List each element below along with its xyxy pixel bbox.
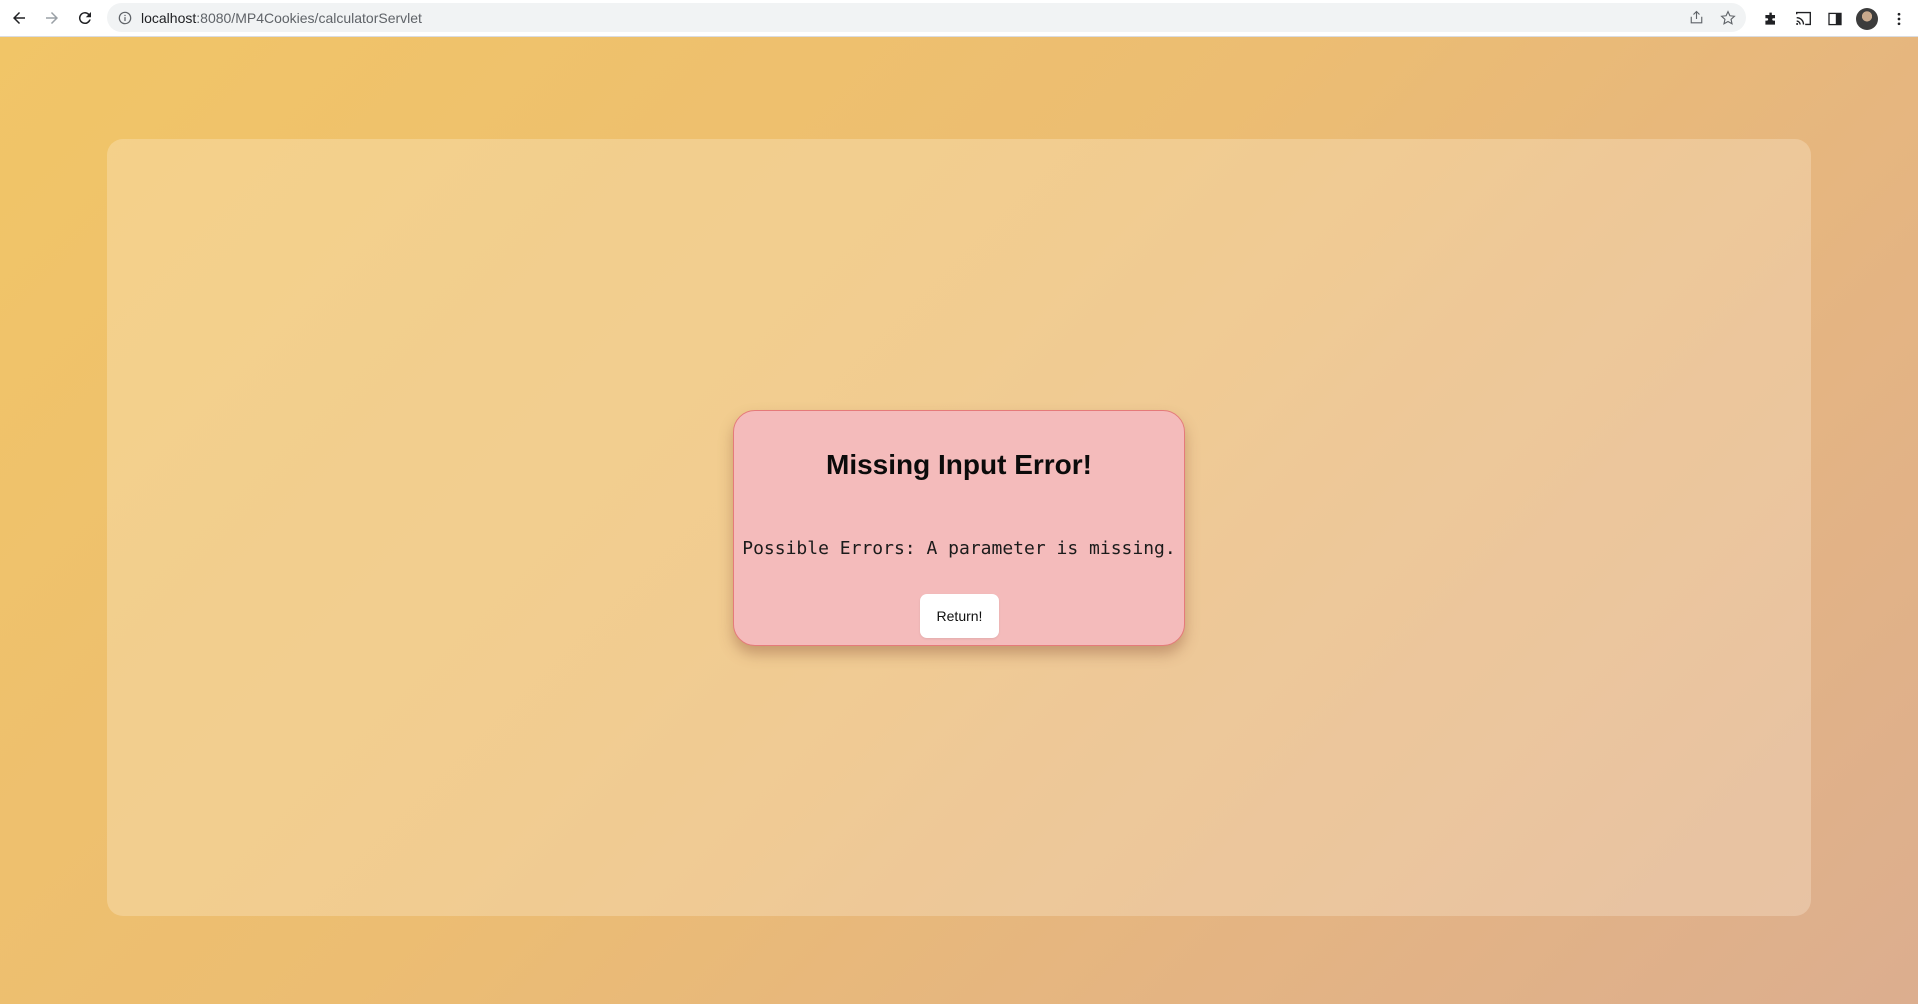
reload-icon bbox=[78, 12, 91, 25]
more-menu-icon[interactable] bbox=[1888, 8, 1910, 30]
back-icon bbox=[13, 12, 25, 24]
extensions-icon[interactable] bbox=[1760, 8, 1782, 30]
forward-button[interactable] bbox=[38, 4, 66, 32]
info-icon[interactable] bbox=[117, 10, 133, 26]
browser-toolbar: localhost:8080/MP4Cookies/calculatorServ… bbox=[0, 0, 1918, 37]
reload-button[interactable] bbox=[71, 4, 99, 32]
forward-icon bbox=[46, 12, 58, 24]
url-path: :8080/MP4Cookies/calculatorServlet bbox=[196, 9, 422, 26]
star-icon[interactable] bbox=[1718, 8, 1738, 28]
profile-picture bbox=[1856, 7, 1878, 30]
back-button[interactable] bbox=[5, 4, 33, 32]
share-icon[interactable] bbox=[1686, 8, 1706, 28]
cast-icon[interactable] bbox=[1792, 8, 1814, 30]
error-message: Possible Errors: A parameter is missing. bbox=[742, 538, 1176, 559]
return-button[interactable]: Return! bbox=[920, 594, 999, 638]
error-card: Missing Input Error! Possible Errors: A … bbox=[733, 410, 1185, 646]
url-host: localhost bbox=[141, 9, 197, 26]
url-text[interactable]: localhost:8080/MP4Cookies/calculatorServ… bbox=[141, 10, 422, 26]
side-panel-icon[interactable] bbox=[1824, 8, 1846, 30]
page-viewport: Missing Input Error! Possible Errors: A … bbox=[0, 37, 1918, 1004]
avatar[interactable] bbox=[1856, 7, 1878, 30]
error-title: Missing Input Error! bbox=[826, 449, 1092, 480]
address-bar[interactable]: localhost:8080/MP4Cookies/calculatorServ… bbox=[107, 3, 1746, 32]
